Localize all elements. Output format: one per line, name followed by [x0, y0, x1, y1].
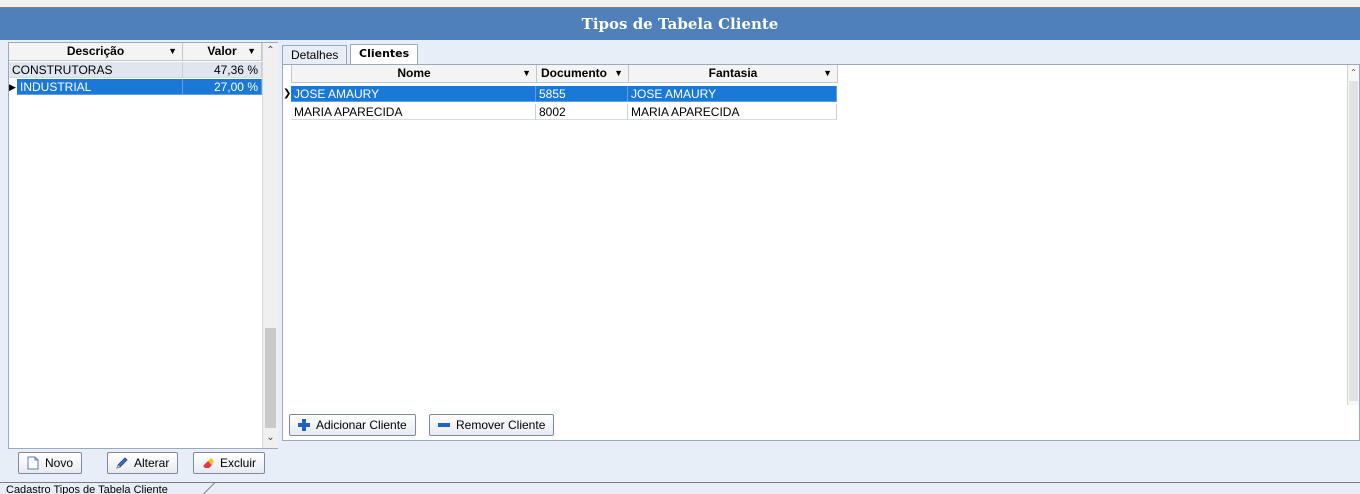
- dropdown-arrow-icon[interactable]: ▼: [247, 43, 256, 60]
- remove-client-label: Remover Cliente: [456, 418, 546, 432]
- delete-label: Excluir: [220, 456, 257, 470]
- dropdown-arrow-icon[interactable]: ▼: [614, 65, 623, 82]
- cell-nome: MARIA APARECIDA: [291, 104, 536, 120]
- pencil-icon: [116, 457, 128, 469]
- column-header-label: Descrição: [66, 44, 125, 58]
- scrollbar-thumb[interactable]: [1349, 81, 1358, 401]
- scroll-up-icon[interactable]: ⌃: [263, 43, 278, 59]
- dropdown-arrow-icon[interactable]: ▼: [168, 43, 177, 60]
- eraser-icon: [203, 458, 214, 468]
- cell-valor: 47,36 %: [183, 62, 262, 78]
- dropdown-arrow-icon[interactable]: ▼: [522, 65, 531, 82]
- cell-documento: 5855: [536, 86, 628, 102]
- tab-clientes[interactable]: Clientes: [350, 44, 419, 65]
- cell-fantasia: MARIA APARECIDA: [628, 104, 837, 120]
- dropdown-arrow-icon[interactable]: ▼: [823, 65, 832, 82]
- table-row-selected[interactable]: INDUSTRIAL 27,00 %: [9, 79, 262, 95]
- app-top-strip: [0, 0, 1360, 8]
- scrollbar-thumb[interactable]: [265, 328, 276, 428]
- tab-strip: Detalhes Clientes: [282, 42, 1360, 65]
- table-row[interactable]: MARIA APARECIDA 8002 MARIA APARECIDA: [291, 104, 837, 120]
- new-document-icon: [27, 456, 39, 470]
- edit-label: Alterar: [134, 456, 170, 470]
- cell-nome: JOSE AMAURY: [291, 86, 536, 102]
- cell-descricao: INDUSTRIAL: [17, 79, 183, 95]
- column-header-fantasia[interactable]: Fantasia ▼: [629, 65, 838, 83]
- new-button[interactable]: Novo: [18, 452, 83, 474]
- column-header-valor[interactable]: Valor ▼: [183, 43, 262, 61]
- cell-fantasia: JOSE AMAURY: [628, 86, 837, 102]
- delete-button[interactable]: Excluir: [193, 452, 266, 474]
- clientes-grid-scrollbar[interactable]: ⌃: [1347, 65, 1359, 405]
- column-header-label: Fantasia: [708, 66, 758, 80]
- scroll-up-icon[interactable]: ⌃: [1348, 65, 1359, 81]
- status-bar: Cadastro Tipos de Tabela Cliente: [0, 482, 1360, 494]
- plus-icon: [298, 419, 310, 431]
- tipos-grid-scrollbar[interactable]: ⌃ ⌄: [262, 43, 278, 448]
- cell-descricao: CONSTRUTORAS: [9, 62, 183, 78]
- scroll-down-icon[interactable]: ⌄: [263, 430, 278, 446]
- add-client-label: Adicionar Cliente: [316, 418, 407, 432]
- column-header-label: Nome: [397, 66, 431, 80]
- tab-divider: [200, 483, 254, 494]
- tab-detalhes[interactable]: Detalhes: [282, 45, 348, 64]
- edit-button[interactable]: Alterar: [107, 452, 179, 474]
- clientes-grid-header: Nome ▼ Documento ▼ Fantasia ▼: [291, 65, 838, 83]
- column-header-documento[interactable]: Documento ▼: [537, 65, 629, 83]
- column-header-label: Valor: [207, 44, 237, 58]
- add-client-button[interactable]: Adicionar Cliente: [289, 414, 416, 436]
- minus-icon: [438, 423, 450, 427]
- tipos-grid-header: Descrição ▼ Valor ▼: [9, 43, 262, 61]
- column-header-descricao[interactable]: Descrição ▼: [9, 43, 183, 61]
- column-header-label: Documento: [541, 66, 607, 80]
- cell-valor: 27,00 %: [183, 79, 262, 95]
- table-row-selected[interactable]: JOSE AMAURY 5855 JOSE AMAURY: [291, 86, 837, 102]
- remove-client-button[interactable]: Remover Cliente: [429, 414, 555, 436]
- window-title: Tipos de Tabela Cliente: [0, 8, 1360, 40]
- tipos-grid[interactable]: Descrição ▼ Valor ▼ CONSTRUTORAS 47,36 %…: [8, 42, 278, 449]
- cell-documento: 8002: [536, 104, 628, 120]
- column-header-nome[interactable]: Nome ▼: [292, 65, 537, 83]
- table-row[interactable]: CONSTRUTORAS 47,36 %: [9, 62, 262, 78]
- clientes-panel: Nome ▼ Documento ▼ Fantasia ▼ ❯ JOSE AMA…: [282, 64, 1360, 441]
- status-tab-label[interactable]: Cadastro Tipos de Tabela Cliente: [6, 483, 168, 494]
- new-label: Novo: [45, 456, 74, 470]
